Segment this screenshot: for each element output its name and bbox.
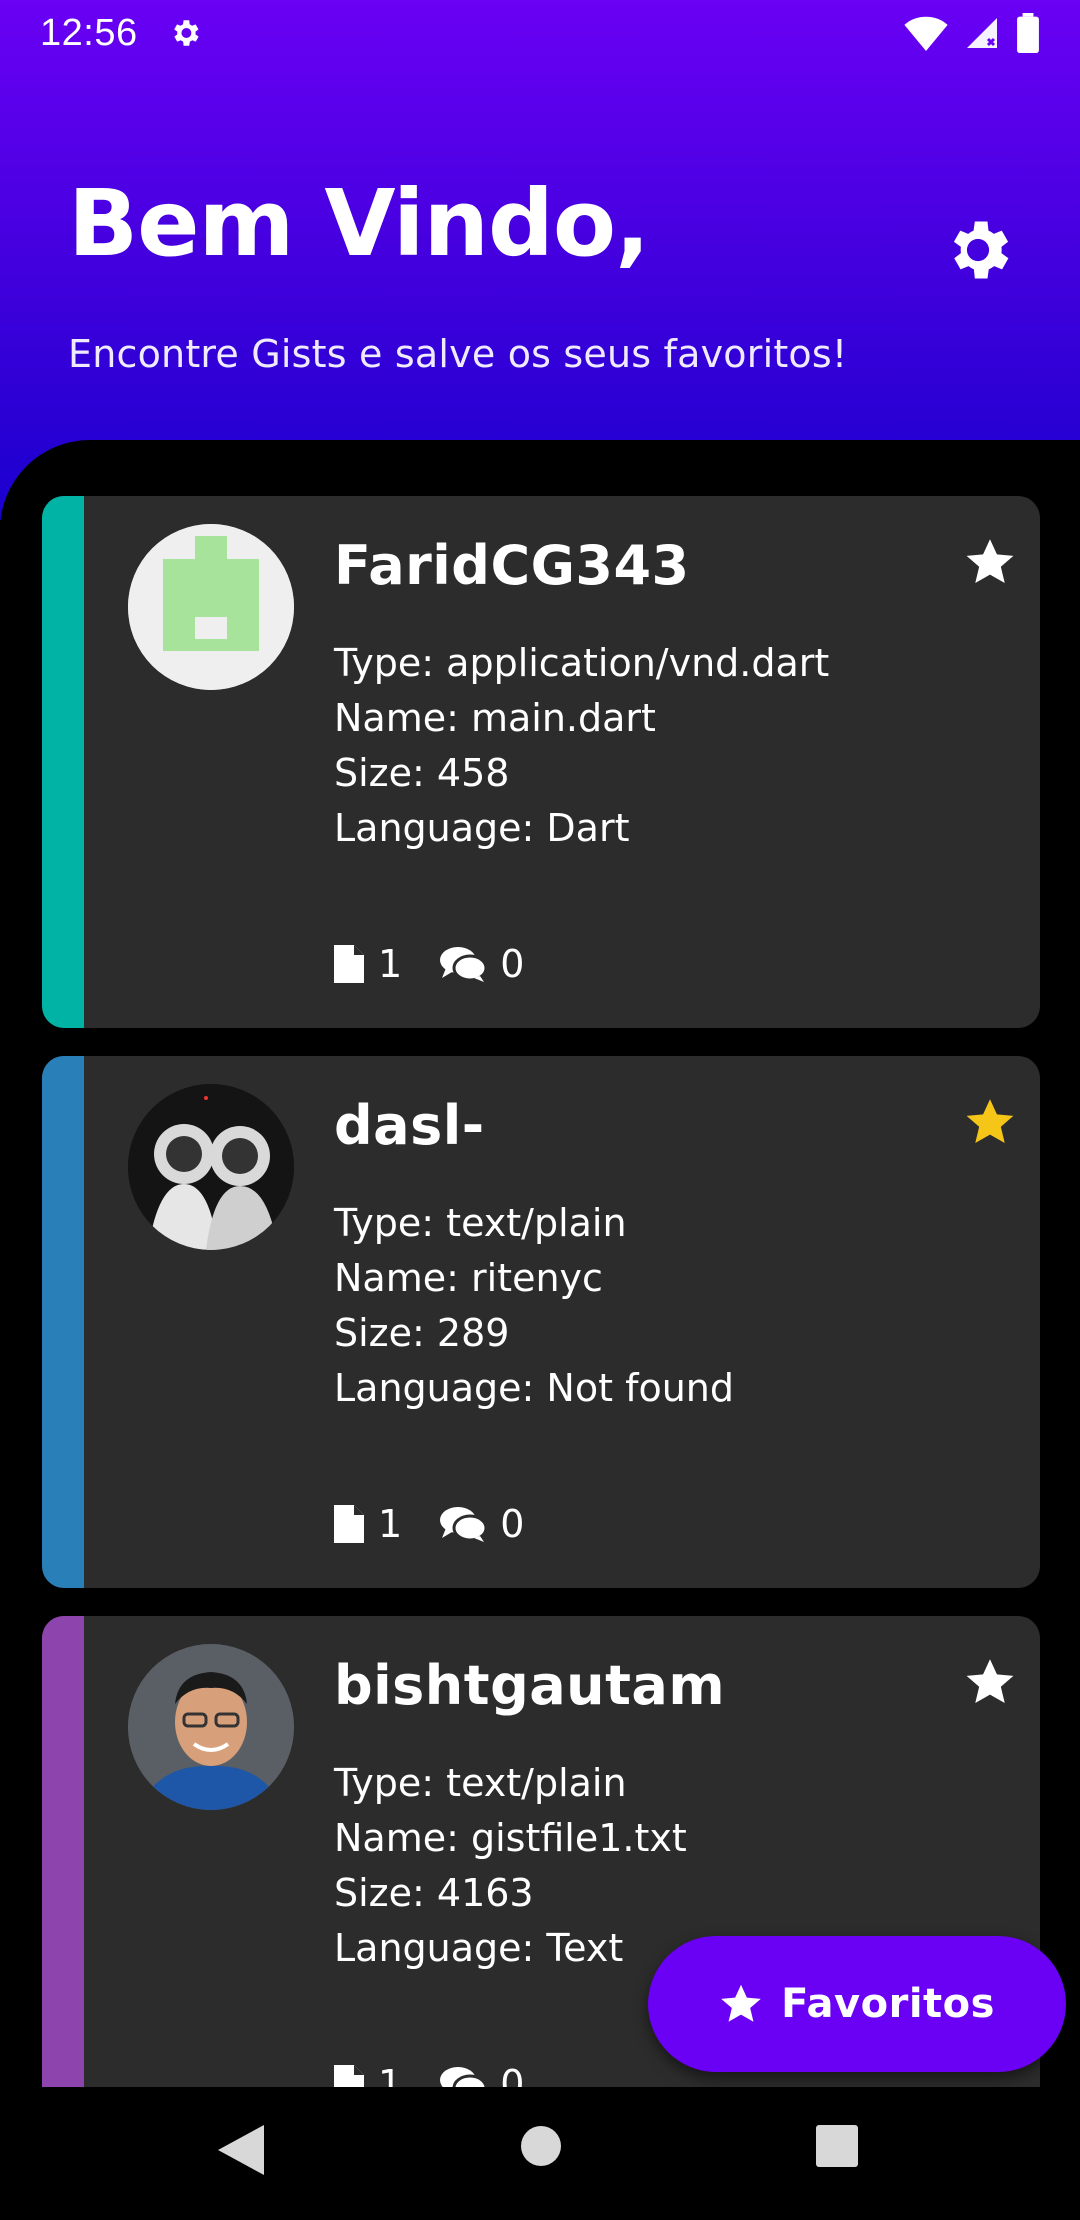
battery-icon: [1017, 13, 1039, 53]
gist-name: Name: main.dart: [334, 696, 656, 740]
gist-type: Type: text/plain: [334, 1761, 627, 1805]
settings-notification-icon: [173, 20, 199, 46]
system-nav-bar: [0, 2087, 1080, 2220]
gist-info: Type: application/vnd.dart Name: main.da…: [334, 636, 829, 856]
gist-size: Size: 4163: [334, 1871, 534, 1915]
avatar[interactable]: [128, 524, 294, 690]
page-subtitle: Encontre Gists e salve os seus favoritos…: [68, 332, 848, 376]
gist-language: Language: Not found: [334, 1366, 734, 1410]
status-bar: 12:56: [0, 0, 1080, 66]
gist-card[interactable]: dasl- Type: text/plain Name: ritenyc Siz…: [42, 1056, 1040, 1588]
gist-info: Type: text/plain Name: gistfile1.txt Siz…: [334, 1756, 687, 1976]
gist-username: bishtgautam: [334, 1654, 726, 1717]
file-count: 1: [378, 942, 403, 986]
gist-username: dasl-: [334, 1094, 485, 1157]
gist-size: Size: 458: [334, 751, 510, 795]
recents-icon[interactable]: [816, 2125, 858, 2167]
file-icon: [334, 945, 364, 983]
gist-type: Type: text/plain: [334, 1201, 627, 1245]
gist-counts: 1 0: [334, 1502, 562, 1546]
status-time: 12:56: [40, 11, 138, 54]
gist-language: Language: Dart: [334, 806, 630, 850]
comments-icon: [440, 2067, 487, 2087]
back-icon[interactable]: [218, 2125, 264, 2175]
settings-gear-icon[interactable]: [940, 212, 1016, 288]
favorite-star-icon[interactable]: [964, 1656, 1016, 1708]
star-icon: [721, 1984, 761, 2022]
favorite-star-icon[interactable]: [964, 536, 1016, 588]
gist-name: Name: gistfile1.txt: [334, 1816, 687, 1860]
file-icon: [334, 2065, 364, 2087]
comment-count: 0: [500, 2062, 525, 2087]
avatar[interactable]: [128, 1644, 294, 1810]
file-icon: [334, 1505, 364, 1543]
card-accent-stripe: [42, 1616, 84, 2087]
gist-list[interactable]: FaridCG343 Type: application/vnd.dart Na…: [0, 440, 1080, 2087]
gist-info: Type: text/plain Name: ritenyc Size: 289…: [334, 1196, 734, 1416]
gist-size: Size: 289: [334, 1311, 510, 1355]
gist-username: FaridCG343: [334, 534, 690, 597]
comments-icon: [440, 947, 487, 982]
comment-count: 0: [500, 942, 525, 986]
comment-count: 0: [500, 1502, 525, 1546]
gist-counts: 1 0: [334, 942, 562, 986]
card-accent-stripe: [42, 1056, 84, 1588]
wifi-icon: [904, 16, 948, 51]
favorites-button-label: Favoritos: [781, 1981, 995, 2027]
gist-language: Language: Text: [334, 1926, 624, 1970]
avatar[interactable]: [128, 1084, 294, 1250]
gist-name: Name: ritenyc: [334, 1256, 603, 1300]
home-icon[interactable]: [520, 2125, 562, 2167]
favorite-star-icon[interactable]: [964, 1096, 1016, 1148]
gist-card[interactable]: FaridCG343 Type: application/vnd.dart Na…: [42, 496, 1040, 1028]
gist-type: Type: application/vnd.dart: [334, 641, 830, 685]
page-title: Bem Vindo,: [68, 170, 650, 277]
favorites-button[interactable]: Favoritos: [648, 1936, 1066, 2072]
file-count: 1: [378, 1502, 403, 1546]
file-count: 1: [378, 2062, 403, 2087]
gist-counts: 1 0: [334, 2062, 562, 2087]
comments-icon: [440, 1507, 487, 1542]
card-accent-stripe: [42, 496, 84, 1028]
cell-signal-icon: [967, 18, 997, 48]
